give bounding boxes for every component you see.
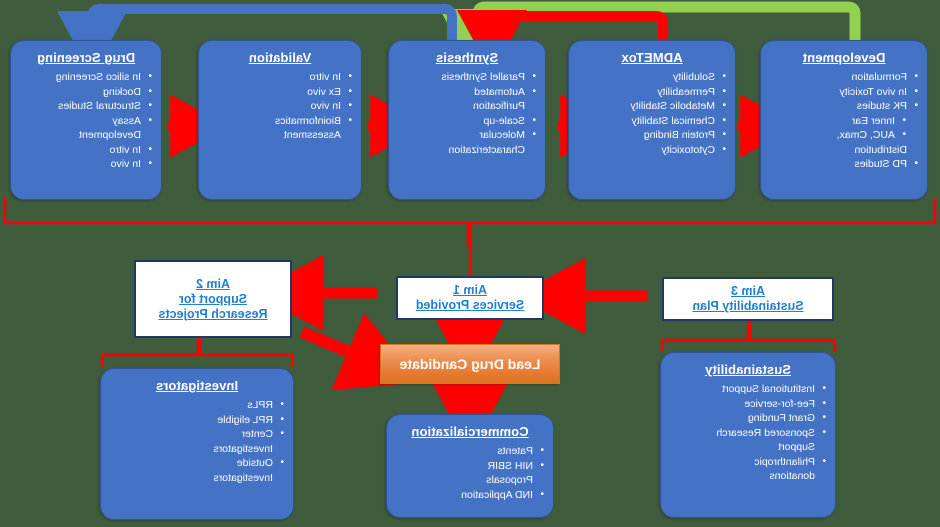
list-item: Protein Binding xyxy=(575,129,729,143)
list-item: Ex vivo xyxy=(205,86,355,100)
list-item: Institutional Support xyxy=(667,383,829,397)
list-item: Metabolic Stability xyxy=(575,100,729,114)
list-item: Assay xyxy=(17,115,155,129)
list-item: Fee-for-service xyxy=(667,398,829,412)
list-item: Formulation xyxy=(767,71,921,85)
list-item: Structural Studies xyxy=(17,100,155,114)
list-item: In silico Screening xyxy=(17,71,155,85)
list-item: Permeability xyxy=(575,86,729,100)
lower-card-list: RPLs RPL eligible Center Investigators O… xyxy=(107,399,287,485)
list-item: In vivo xyxy=(205,100,355,114)
aim-box-aim3[interactable]: Aim 3 Sustainability Plan xyxy=(662,277,834,321)
pipeline-card-list: Formulation In vivo Toxicity PK studies … xyxy=(767,71,921,172)
list-item: donations xyxy=(769,470,815,482)
list-item: In vivo xyxy=(17,158,155,172)
pipeline-card-list: In vitro Ex vivo In vivo Bioinformatics … xyxy=(205,71,355,143)
aim3-line1: Aim 3 xyxy=(730,284,766,298)
list-item: NIH SBIR xyxy=(393,460,547,474)
lower-card-list: Institutional Support Fee-for-service Gr… xyxy=(667,383,829,484)
list-item: Investigators xyxy=(213,471,273,484)
pipeline-card-validation[interactable]: Validation In vitro Ex vivo In vivo Bioi… xyxy=(198,40,362,200)
aim2-line3: Research Projects xyxy=(158,306,268,321)
list-item: RPLs xyxy=(107,399,287,413)
list-item: Outside xyxy=(107,457,287,471)
list-item: Proposals xyxy=(486,474,533,486)
pipeline-card-title: Drug Screening xyxy=(36,50,136,65)
pipeline-card-list: Solubility Permeability Metabolic Stabil… xyxy=(575,71,729,157)
lower-card-title: Investigators xyxy=(155,378,239,393)
list-item: Purification xyxy=(473,100,525,112)
aim2-line1: Aim 2 xyxy=(195,276,231,291)
pipeline-card-list: In silico Screening Docking Structural S… xyxy=(17,71,155,172)
list-item: Cytotoxicity xyxy=(575,144,729,158)
list-item: PD Studies xyxy=(767,158,921,172)
pipeline-card-synthesis[interactable]: Synthesis Parallel Synthesis Automated P… xyxy=(388,40,546,200)
brace-aim3-to-sustainability xyxy=(660,321,837,352)
pipeline-card-development[interactable]: Development Formulation In vivo Toxicity… xyxy=(760,40,928,200)
list-item: Distribution xyxy=(854,143,907,156)
lead-drug-candidate-box[interactable]: Lead Drug Candidate xyxy=(380,344,560,384)
list-item: IND Application xyxy=(393,489,547,503)
list-item: Center xyxy=(107,428,287,442)
list-item: Automated xyxy=(395,86,539,100)
list-item: Grant Funding xyxy=(667,412,829,426)
list-item: Assessment xyxy=(283,129,341,141)
lower-card-list: Patents NIH SBIR Proposals IND Applicati… xyxy=(393,445,547,502)
pipeline-card-title: Validation xyxy=(248,50,312,65)
pipeline-card-list: Parallel Synthesis Automated Purificatio… xyxy=(395,71,539,157)
aim1-line2: Services Provided xyxy=(415,298,525,312)
pipeline-card-title: Development xyxy=(802,50,886,65)
arrow-blue-synthesis-to-drugscreening xyxy=(57,3,457,76)
list-item: AUC, Cmax, xyxy=(767,129,921,143)
aim-box-aim2[interactable]: Aim 2 Support for Research Projects xyxy=(134,260,292,338)
pipeline-card-drug-screening[interactable]: Drug Screening In silico Screening Docki… xyxy=(10,40,162,200)
list-item: Scale-up xyxy=(395,115,539,129)
list-item: Chemical Stability xyxy=(575,115,729,129)
list-item: Investigators xyxy=(213,442,273,455)
list-item: In vitro xyxy=(205,71,355,85)
list-item: Support xyxy=(778,441,815,453)
list-item: Parallel Synthesis xyxy=(395,71,539,85)
list-item: Characterization xyxy=(448,143,525,156)
diagram-canvas: Development Formulation In vivo Toxicity… xyxy=(0,0,940,527)
aim1-line1: Aim 1 xyxy=(452,283,488,297)
list-item: In vivo Toxicity xyxy=(767,86,921,100)
pipeline-card-title: ADMETox xyxy=(621,50,683,65)
list-item: In vitro xyxy=(17,144,155,158)
brace-aim2-to-investigators xyxy=(100,338,294,368)
list-item: Inner Ear xyxy=(767,115,921,129)
list-item: Docking xyxy=(17,86,155,100)
list-item: Patents xyxy=(393,445,547,459)
lower-card-commercialization[interactable]: Commercialization Patents NIH SBIR Propo… xyxy=(386,414,554,518)
list-item: Solubility xyxy=(575,71,729,85)
lower-card-title: Sustainability xyxy=(705,362,791,377)
lower-card-investigators[interactable]: Investigators RPLs RPL eligible Center I… xyxy=(100,368,294,520)
lead-drug-candidate-label: Lead Drug Candidate xyxy=(399,356,541,372)
pipeline-card-admetox[interactable]: ADMETox Solubility Permeability Metaboli… xyxy=(568,40,736,200)
list-item: Sponsored Research xyxy=(667,427,829,441)
list-item: Molecular xyxy=(395,129,539,143)
aim-box-aim1[interactable]: Aim 1 Services Provided xyxy=(396,276,544,320)
lower-card-title: Commercialization xyxy=(411,424,529,439)
aim3-line2: Sustainability Plan xyxy=(692,299,804,313)
list-item: PK studies xyxy=(767,100,921,114)
list-item: Development xyxy=(79,129,141,141)
list-item: Bioinformatics xyxy=(205,115,355,129)
arrow-red-aim2-to-lead xyxy=(299,312,420,391)
list-item: RPL eligible xyxy=(107,414,287,428)
aim2-line2: Support for xyxy=(178,291,248,306)
lower-card-sustainability[interactable]: Sustainability Institutional Support Fee… xyxy=(660,352,836,518)
arrow-red-admetox-to-synthesis xyxy=(457,9,668,75)
pipeline-card-title: Synthesis xyxy=(435,50,499,65)
list-item: Philanthropic xyxy=(667,456,829,470)
